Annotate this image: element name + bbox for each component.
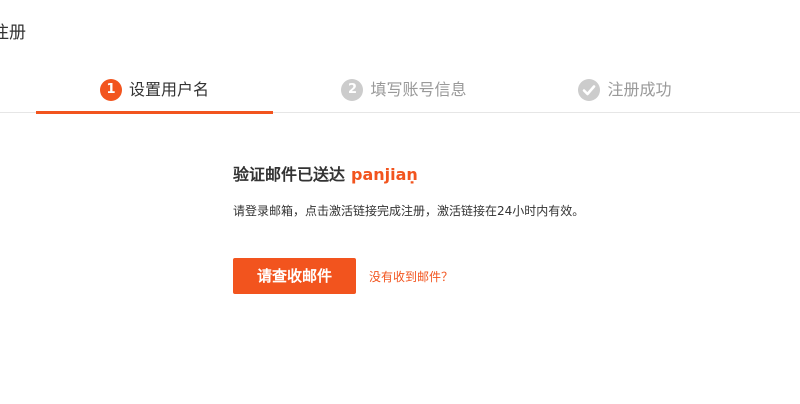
page-title: 注册 [0,23,26,43]
email-sent-panel: 验证邮件已送达 panjiaṇ 请登录邮箱，点击激活链接完成注册，激活链接在24小… [233,164,753,294]
email-not-received-link[interactable]: 没有收到邮件？ [369,268,453,285]
email-sent-heading: 验证邮件已送达 panjiaṇ [233,164,753,186]
email-sent-text: 验证邮件已送达 [233,165,346,184]
actions: 请查收邮件 没有收到邮件？ [233,258,753,294]
check-email-button[interactable]: 请查收邮件 [233,258,356,294]
username: panjiaṇ [351,165,418,184]
step-1-number-icon: 1 [99,79,122,101]
active-step-indicator [36,111,273,114]
step-registration-success: 注册成功 [555,68,695,114]
step-2-number-icon: 2 [341,79,364,101]
registration-page: 注册 1 设置用户名 2 填写账号信息 注册成功 验证邮件已送达 panjiaṇ … [0,0,800,404]
step-fill-account-info: 2 填写账号信息 [316,68,492,114]
registration-steps: 1 设置用户名 2 填写账号信息 注册成功 [0,68,800,114]
checkmark-icon [578,79,601,101]
activation-instruction: 请登录邮箱，点击激活链接完成注册，激活链接在24小时内有效。 [233,204,585,218]
step-set-username: 1 设置用户名 [36,68,273,114]
step-2-label: 填写账号信息 [370,80,467,99]
step-1-label: 设置用户名 [128,80,209,99]
step-3-label: 注册成功 [607,80,672,99]
